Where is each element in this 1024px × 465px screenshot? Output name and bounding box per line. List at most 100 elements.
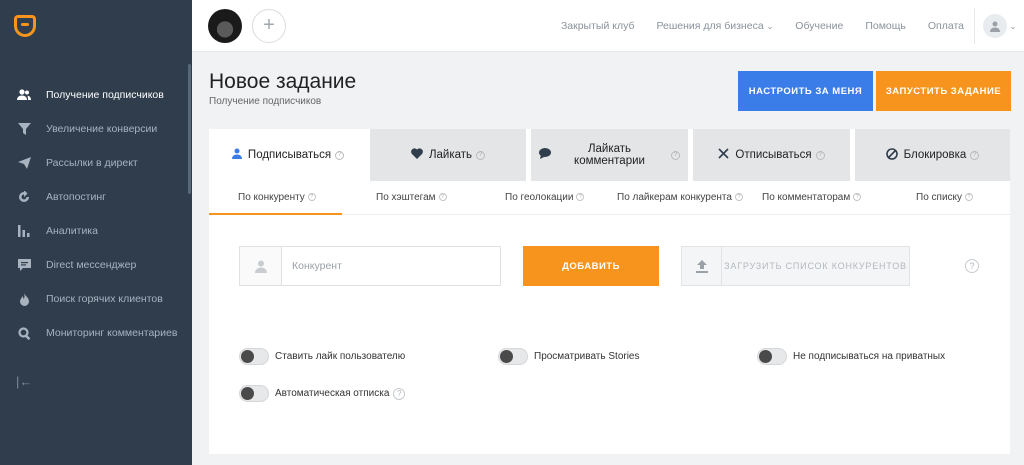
action-tabs: Подписываться? Лайкать? Лайкать коммента… [209, 129, 1010, 181]
subtab-by-competitor-likers[interactable]: По лайкерам конкурента? [617, 181, 743, 215]
help-icon[interactable]: ? [965, 259, 979, 273]
subtab-by-hashtags[interactable]: По хэштегам? [376, 181, 447, 215]
help-icon[interactable]: ? [576, 193, 585, 202]
help-icon[interactable]: ? [853, 193, 862, 202]
toggle-skip-private[interactable]: Не подписываться на приватных [757, 348, 945, 365]
nav-business-label: Решения для бизнеса [656, 20, 764, 32]
source-subtabs: По конкуренту? По хэштегам? По геолокаци… [209, 181, 1010, 215]
nav-help[interactable]: Помощь [865, 20, 906, 32]
sidebar-item-conversion[interactable]: Увеличение конверсии [0, 112, 192, 146]
sidebar-item-comment-monitoring[interactable]: Мониторинг комментариев [0, 316, 192, 350]
subtab-by-commenters[interactable]: По комментаторам? [762, 181, 862, 215]
sidebar-item-label: Получение подписчиков [46, 89, 164, 101]
chat-icon [16, 257, 32, 273]
competitor-field [239, 246, 501, 286]
tab-like-comments[interactable]: Лайкать комментарии? [531, 129, 688, 181]
sidebar-item-analytics[interactable]: Аналитика [0, 214, 192, 248]
fire-icon [16, 291, 32, 307]
toggle-switch[interactable] [498, 348, 528, 365]
sidebar-item-hot-clients[interactable]: Поиск горячих клиентов [0, 282, 192, 316]
toggle-label: Не подписываться на приватных [793, 351, 946, 362]
help-icon[interactable]: ? [307, 193, 316, 202]
tab-block[interactable]: Блокировка? [855, 129, 1010, 181]
help-icon[interactable]: ? [476, 150, 486, 160]
sidebar-item-label: Увеличение конверсии [46, 123, 158, 135]
logo[interactable] [0, 0, 192, 52]
toggle-switch[interactable] [239, 385, 269, 402]
help-icon[interactable]: ? [438, 193, 447, 202]
topbar: + Закрытый клуб Решения для бизнеса ⌄ Об… [192, 0, 1024, 52]
comment-icon [539, 148, 551, 162]
chevron-down-icon: ⌄ [1009, 21, 1017, 31]
sidebar-item-followers[interactable]: Получение подписчиков [0, 78, 192, 112]
refresh-icon [16, 189, 32, 205]
setup-for-me-button[interactable]: НАСТРОИТЬ ЗА МЕНЯ [738, 71, 873, 111]
upload-icon [682, 247, 722, 285]
tab-label: Блокировка [903, 149, 967, 161]
add-account-button[interactable]: + [252, 9, 286, 43]
subtab-label: По конкуренту [238, 192, 305, 203]
chevron-down-icon: ⌄ [766, 22, 774, 31]
funnel-icon [16, 121, 32, 137]
top-navigation: Закрытый клуб Решения для бизнеса ⌄ Обуч… [561, 0, 964, 52]
paper-plane-icon [16, 155, 32, 171]
help-icon[interactable]: ? [671, 150, 680, 160]
sidebar-nav: Получение подписчиков Увеличение конверс… [0, 78, 192, 350]
competitor-input[interactable] [282, 247, 500, 285]
sidebar-scrollbar[interactable] [188, 64, 191, 194]
sidebar: Получение подписчиков Увеличение конверс… [0, 0, 192, 465]
tab-follow[interactable]: Подписываться? [209, 129, 367, 181]
toggle-label: Автоматическая отписка [275, 388, 390, 399]
user-icon [231, 148, 242, 162]
nav-closed-club[interactable]: Закрытый клуб [561, 20, 635, 32]
sidebar-item-label: Автопостинг [46, 191, 106, 203]
sidebar-item-label: Рассылки в директ [46, 157, 138, 169]
page-title: Новое задание [209, 70, 357, 93]
tab-label: Отписываться [735, 149, 812, 161]
upload-competitor-list-button[interactable]: ЗАГРУЗИТЬ СПИСОК КОНКУРЕНТОВ [681, 246, 910, 286]
sidebar-item-direct-messenger[interactable]: Direct мессенджер [0, 248, 192, 282]
sidebar-item-label: Direct мессенджер [46, 259, 137, 271]
subtab-label: По лайкерам конкурента [617, 192, 732, 203]
subtab-by-list[interactable]: По списку? [916, 181, 974, 215]
nav-business-solutions[interactable]: Решения для бизнеса ⌄ [656, 20, 773, 32]
tab-like[interactable]: Лайкать? [370, 129, 526, 181]
toggle-label: Ставить лайк пользователю [275, 351, 406, 362]
page-subtitle: Получение подписчиков [209, 96, 322, 107]
subtab-by-competitor[interactable]: По конкуренту? [209, 181, 342, 215]
upload-label: ЗАГРУЗИТЬ СПИСОК КОНКУРЕНТОВ [724, 261, 907, 271]
help-icon[interactable]: ? [734, 193, 743, 202]
toggle-auto-unfollow[interactable]: Автоматическая отписка? [239, 385, 406, 402]
toggle-switch[interactable] [239, 348, 269, 365]
help-icon[interactable]: ? [335, 150, 345, 160]
sidebar-item-label: Аналитика [46, 225, 98, 237]
add-competitor-button[interactable]: ДОБАВИТЬ [523, 246, 659, 286]
sidebar-item-label: Поиск горячих клиентов [46, 293, 163, 305]
profile-menu-button[interactable]: ⌄ [974, 8, 1024, 44]
nav-payment[interactable]: Оплата [928, 20, 964, 32]
subtab-label: По хэштегам [376, 192, 436, 203]
help-icon[interactable]: ? [393, 387, 406, 400]
help-icon[interactable]: ? [970, 150, 980, 160]
help-icon[interactable]: ? [965, 193, 974, 202]
toggle-like-user[interactable]: Ставить лайк пользователю [239, 348, 405, 365]
account-avatar[interactable] [208, 9, 242, 43]
search-icon [16, 325, 32, 341]
tab-unfollow[interactable]: Отписываться? [693, 129, 850, 181]
toggle-switch[interactable] [757, 348, 787, 365]
sidebar-item-direct-mailing[interactable]: Рассылки в директ [0, 146, 192, 180]
block-icon [885, 147, 898, 163]
subtab-by-geolocation[interactable]: По геолокации? [505, 181, 585, 215]
tab-label: Лайкать комментарии [574, 143, 645, 167]
subtab-label: По списку [916, 192, 963, 203]
collapse-sidebar-icon[interactable]: |← [16, 374, 32, 389]
help-icon[interactable]: ? [815, 150, 825, 160]
user-icon [240, 247, 282, 285]
nav-learning[interactable]: Обучение [795, 20, 843, 32]
sidebar-item-label: Мониторинг комментариев [46, 327, 178, 339]
toggle-view-stories[interactable]: Просматривать Stories [498, 348, 640, 365]
sidebar-item-autoposting[interactable]: Автопостинг [0, 180, 192, 214]
run-task-button[interactable]: ЗАПУСТИТЬ ЗАДАНИЕ [876, 71, 1011, 111]
subtab-label: По геолокации [505, 192, 574, 203]
task-card: Подписываться? Лайкать? Лайкать коммента… [209, 129, 1010, 454]
